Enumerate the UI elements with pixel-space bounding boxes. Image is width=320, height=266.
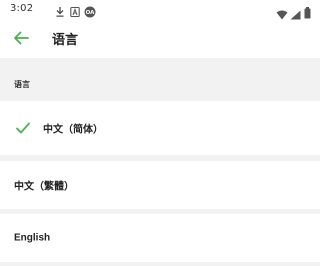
page-title: 语言 — [52, 33, 79, 48]
arrow-left-icon — [13, 30, 29, 49]
language-label: 中文（简体） — [43, 124, 103, 136]
language-label: English — [14, 232, 51, 244]
app-bar: 语言 — [0, 20, 320, 58]
section-header: 语言 — [0, 58, 320, 100]
language-option-traditional-chinese[interactable]: 中文（繁體） — [0, 161, 320, 209]
status-bar: 3:02 OA — [0, 0, 320, 20]
language-label: 中文（繁體） — [14, 181, 74, 193]
check-icon — [15, 120, 31, 136]
svg-text:OA: OA — [86, 10, 96, 16]
status-time: 3:02 — [10, 3, 34, 14]
language-option-english[interactable]: English — [0, 214, 320, 262]
language-option-simplified-chinese[interactable]: 中文（简体） — [0, 101, 320, 155]
language-settings-screen: 3:02 OA 语言 语言 中文（简体） 中文（繁體） English — [0, 0, 320, 266]
section-title: 语言 — [14, 80, 30, 89]
back-button[interactable] — [8, 26, 34, 52]
